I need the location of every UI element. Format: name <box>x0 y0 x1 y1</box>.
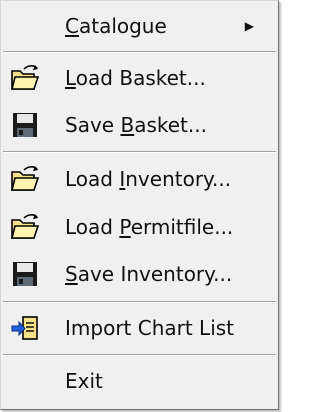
menu-item-label: Import Chart List <box>65 316 235 340</box>
floppy-disk-icon <box>10 259 40 289</box>
menu-item-catalogue[interactable]: Catalogue ▶ <box>1 3 278 49</box>
menu-separator <box>3 354 276 356</box>
menu-item-label: Load Basket... <box>65 66 206 90</box>
open-folder-icon <box>10 212 40 242</box>
menu-item-label: Load Inventory... <box>65 167 232 191</box>
menu-item-label: Save Inventory... <box>65 262 233 286</box>
menu-item-import-chart-list[interactable]: Import Chart List <box>1 305 278 351</box>
menu-item-load-permitfile[interactable]: Load Permitfile... <box>1 204 278 250</box>
context-menu: Catalogue ▶ Load Basket... Save Basket..… <box>0 0 279 410</box>
submenu-arrow-icon: ▶ <box>244 19 254 33</box>
menu-separator <box>3 151 276 153</box>
menu-item-label: Save Basket... <box>65 113 207 137</box>
floppy-disk-icon <box>10 110 40 140</box>
menu-item-load-inventory[interactable]: Load Inventory... <box>1 156 278 202</box>
open-folder-icon <box>10 63 40 93</box>
menu-item-label: Catalogue <box>65 14 167 38</box>
import-icon <box>10 313 40 343</box>
menu-item-save-inventory[interactable]: Save Inventory... <box>1 251 278 297</box>
menu-item-exit[interactable]: Exit <box>1 358 278 404</box>
menu-item-load-basket[interactable]: Load Basket... <box>1 55 278 101</box>
menu-item-label: Load Permitfile... <box>65 215 234 239</box>
menu-separator <box>3 301 276 303</box>
open-folder-icon <box>10 164 40 194</box>
menu-item-save-basket[interactable]: Save Basket... <box>1 102 278 148</box>
menu-item-label: Exit <box>65 369 103 393</box>
menu-separator <box>3 51 276 53</box>
